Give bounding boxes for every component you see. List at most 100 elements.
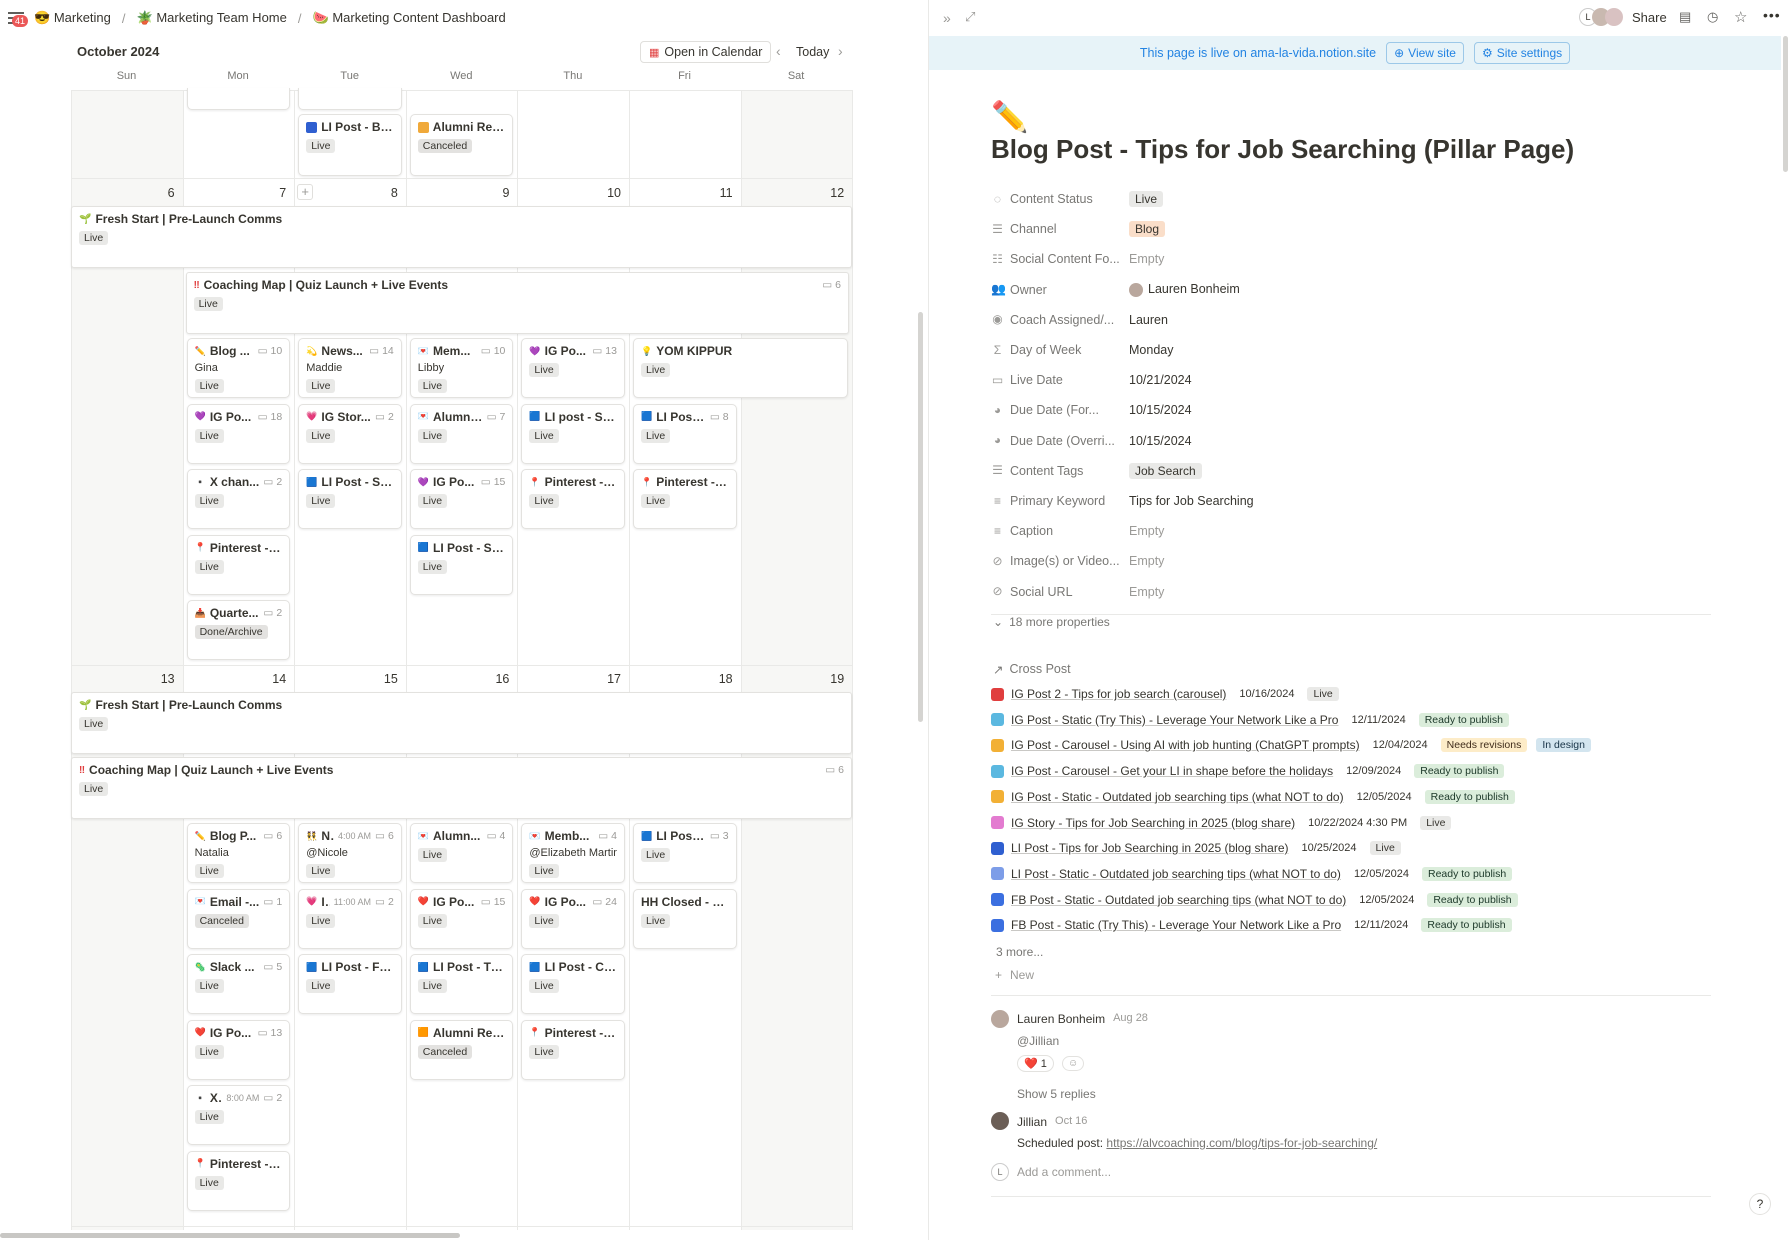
show-replies-link[interactable]: Show 5 replies: [1017, 1087, 1096, 1101]
calendar-card[interactable]: LI Post - Blo... Live: [298, 114, 402, 176]
calendar-card[interactable]: 💜 IG Po... ▭ 18 Live: [186, 403, 291, 464]
day-number[interactable]: 7: [186, 186, 286, 200]
calendar-card[interactable]: 🟦LI Post - Cre... Live: [521, 954, 625, 1014]
day-number[interactable]: 19: [744, 672, 844, 686]
calendar-card[interactable]: 🟦 LI post - Sta... Live: [521, 403, 625, 464]
property-value[interactable]: 10/15/2024: [1123, 434, 1192, 448]
breadcrumb-item-dashboard[interactable]: 🍉 Marketing Content Dashboard: [313, 10, 506, 26]
collaborator-avatars[interactable]: L: [1579, 8, 1623, 26]
property-value[interactable]: Empty: [1123, 252, 1164, 266]
property-row[interactable]: 👥 Owner Lauren Bonheim: [991, 277, 1711, 303]
calendar-card[interactable]: 💡 YOM KIPPUR Live: [633, 338, 849, 398]
cross-post-link[interactable]: IG Story - Tips for Job Searching in 202…: [1011, 816, 1295, 830]
open-in-calendar-button[interactable]: ▦ Open in Calendar: [640, 41, 772, 63]
property-value[interactable]: Empty: [1123, 585, 1164, 599]
history-icon[interactable]: ◷: [1707, 9, 1718, 25]
day-number[interactable]: 14: [186, 672, 286, 686]
cross-post-row[interactable]: FB Post - Static - Outdated job searchin…: [991, 889, 1518, 911]
cross-post-link[interactable]: IG Post - Static - Outdated job searchin…: [1011, 790, 1344, 804]
calendar-card[interactable]: 👯N...4:00 AM▭6 @Nicole Live: [298, 823, 402, 883]
property-row[interactable]: ≡ Caption Empty: [991, 518, 1711, 544]
page-title[interactable]: Blog Post - Tips for Job Searching (Pill…: [991, 134, 1574, 165]
calendar-card[interactable]: 💫 News... ▭ 14 Maddie Live: [298, 338, 402, 398]
cross-post-row[interactable]: IG Post - Static - Outdated job searchin…: [991, 786, 1515, 808]
reaction-button[interactable]: ❤️ 1: [1017, 1055, 1054, 1072]
calendar-card[interactable]: Alumni Refe... Canceled: [409, 114, 514, 176]
calendar-card[interactable]: 💌 Alumni... ▭ 7 Live: [409, 403, 514, 464]
calendar-card[interactable]: 📍 Pinterest - (... Live: [186, 534, 291, 595]
calendar-card[interactable]: 💌 Alumn... ▭ 4 Live: [409, 823, 514, 883]
property-row[interactable]: Σ Day of Week Monday: [991, 337, 1711, 363]
next-month-button[interactable]: ›: [838, 43, 843, 59]
cross-post-row[interactable]: IG Post - Carousel - Using AI with job h…: [991, 734, 1591, 756]
calendar-card[interactable]: 🟦 LI Post - Tip... Live: [409, 954, 514, 1014]
calendar-card[interactable]: ❤️ IG Po... ▭ 13 Live: [186, 1019, 291, 1080]
calendar-card[interactable]: 🟦 LI Post - Sta... Live: [298, 469, 402, 529]
property-value[interactable]: Lauren Bonheim: [1123, 282, 1240, 297]
multi-day-event[interactable]: ‼ Coaching Map | Quiz Launch + Live Event…: [185, 272, 849, 334]
day-number[interactable]: 6: [75, 186, 175, 200]
cross-post-row[interactable]: LI Post - Tips for Job Searching in 2025…: [991, 837, 1401, 859]
property-value[interactable]: Live: [1123, 191, 1164, 207]
property-row[interactable]: ≡ Primary Keyword Tips for Job Searching: [991, 488, 1711, 514]
calendar-card[interactable]: [186, 88, 291, 110]
cross-post-row[interactable]: FB Post - Static (Try This) - Leverage Y…: [991, 914, 1512, 936]
calendar-card[interactable]: 💗I... 11:00 AM▭2 Live: [298, 888, 402, 949]
property-value[interactable]: Lauren: [1123, 313, 1168, 327]
day-number[interactable]: 10: [521, 186, 621, 200]
calendar-card[interactable]: 📍 Pinterest - F... Live: [186, 1150, 291, 1211]
property-row[interactable]: ▭ Live Date 10/21/2024: [991, 367, 1711, 393]
cross-post-link[interactable]: LI Post - Tips for Job Searching in 2025…: [1011, 841, 1288, 855]
add-reaction-icon[interactable]: ☺: [1062, 1056, 1085, 1071]
sidebar-toggle[interactable]: 41: [0, 8, 29, 28]
cross-post-row[interactable]: IG Post - Carousel - Get your LI in shap…: [991, 760, 1505, 782]
cross-post-row[interactable]: IG Post - Static (Try This) - Leverage Y…: [991, 709, 1509, 731]
more-rows-link[interactable]: 3 more...: [996, 945, 1043, 959]
expand-icon[interactable]: ⤢: [965, 9, 975, 25]
close-peek-icon[interactable]: »: [943, 10, 951, 26]
cross-post-link[interactable]: IG Post - Static (Try This) - Leverage Y…: [1011, 713, 1338, 727]
day-number[interactable]: 18: [633, 672, 733, 686]
more-icon[interactable]: •••: [1763, 7, 1781, 23]
property-value[interactable]: Empty: [1123, 554, 1164, 568]
site-settings-button[interactable]: ⚙ Site settings: [1473, 42, 1571, 64]
calendar-card[interactable]: 💜 IG Po... ▭ 15 Live: [409, 469, 514, 529]
calendar-card[interactable]: 📍 Pinterest - S... Live: [521, 469, 625, 529]
calendar-card[interactable]: 📍Pinterest - C... Live: [521, 1019, 625, 1080]
day-number[interactable]: 12: [744, 186, 844, 200]
day-number[interactable]: 16: [409, 672, 509, 686]
property-value[interactable]: Empty: [1123, 524, 1164, 538]
cross-post-row[interactable]: LI Post - Static - Outdated job searchin…: [991, 863, 1513, 885]
calendar-card[interactable]: ▪️ X chan... ▭ 2 Live: [186, 469, 291, 529]
comments-icon[interactable]: ▤: [1679, 9, 1691, 25]
calendar-card[interactable]: 💗 IG Stor... ▭ 2 Live: [298, 403, 402, 464]
panel-scrollbar[interactable]: [1783, 36, 1788, 172]
cross-post-row[interactable]: IG Post 2 - Tips for job search (carouse…: [991, 683, 1339, 705]
property-value[interactable]: Monday: [1123, 343, 1173, 357]
page-icon[interactable]: ✏️: [991, 100, 1028, 135]
today-button[interactable]: Today: [796, 45, 829, 59]
property-value[interactable]: Blog: [1123, 221, 1166, 238]
calendar-card[interactable]: 🟦 LI Post... ▭ 3 Live: [633, 823, 737, 883]
property-row[interactable]: ◕ Due Date (For... 10/15/2024: [991, 397, 1711, 423]
property-row[interactable]: ◌ Content Status Live: [991, 186, 1711, 212]
calendar-card[interactable]: ✏️ Blog ... ▭ 10 Gina Live: [186, 338, 291, 398]
property-row[interactable]: ⊘ Image(s) or Video... Empty: [991, 548, 1711, 574]
new-row-button[interactable]: + New: [995, 968, 1034, 982]
cross-post-link[interactable]: FB Post - Static - Outdated job searchin…: [1011, 893, 1346, 907]
view-site-button[interactable]: ⊕ View site: [1386, 42, 1464, 64]
calendar-scrollbar[interactable]: [918, 312, 923, 722]
property-row[interactable]: ⊘ Social URL Empty: [991, 579, 1711, 605]
calendar-card[interactable]: 🟦 LI Post... ▭ 8 Live: [633, 403, 737, 464]
help-icon[interactable]: ?: [1749, 1193, 1771, 1215]
calendar-card[interactable]: HH Closed - M... Live: [633, 888, 737, 949]
multi-day-event[interactable]: 🌱 Fresh Start | Pre-Launch Comms Live: [71, 206, 852, 268]
cross-post-link[interactable]: IG Post - Carousel - Using AI with job h…: [1011, 738, 1360, 752]
calendar-card[interactable]: ❤️ IG Po... ▭ 24 Live: [521, 888, 625, 949]
property-row[interactable]: ◉ Coach Assigned/... Lauren: [991, 307, 1711, 333]
calendar-card[interactable]: 💌 Email -... ▭ 1 Canceled: [186, 888, 291, 949]
cross-post-link[interactable]: LI Post - Static - Outdated job searchin…: [1011, 867, 1341, 881]
horizontal-scrollbar[interactable]: [0, 1233, 460, 1238]
calendar-card[interactable]: 🟦LI Post - Fee... Live: [298, 954, 402, 1014]
calendar-card[interactable]: 💌Memb... ▭4 @Elizabeth Martinez Live: [521, 823, 625, 883]
